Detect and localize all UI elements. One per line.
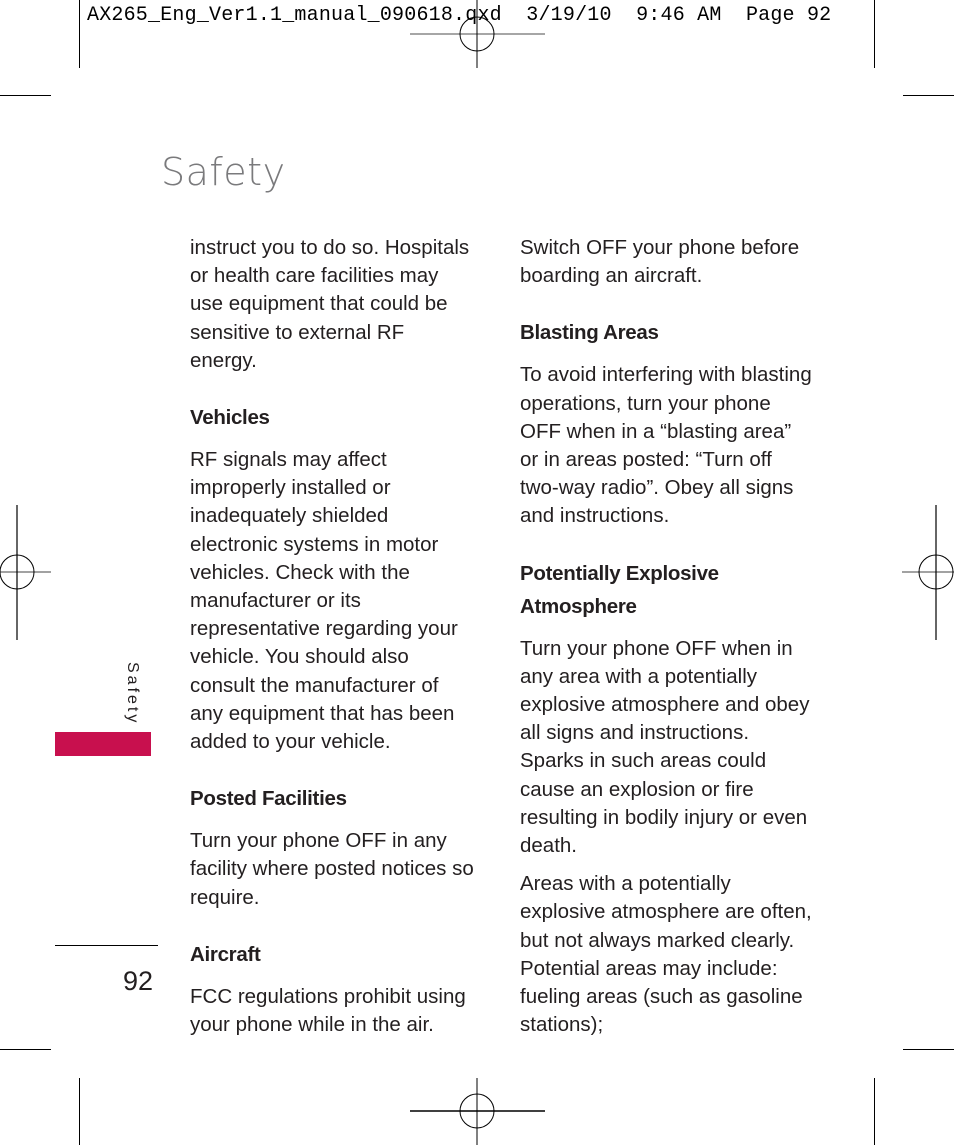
slug-page-label: Page	[745, 4, 795, 27]
registration-mark-left	[0, 505, 51, 640]
section-heading-potentially-explosive-atmosphere: Potentially Explosive Atmosphere	[520, 561, 719, 618]
page-number-rule	[55, 945, 158, 946]
crop-mark	[79, 1078, 80, 1145]
crop-mark	[79, 0, 80, 68]
page-number: 92	[123, 966, 154, 996]
registration-mark-right	[902, 505, 954, 640]
paragraph: RF signals may affect improperly install…	[190, 448, 458, 754]
registration-mark-bottom	[410, 1078, 545, 1145]
left-column: instruct you to do so. Hospitals or heal…	[190, 234, 475, 1049]
crop-mark	[0, 95, 51, 96]
slug-time: 9:46 AM	[636, 4, 722, 27]
slug-page-number: 92	[806, 4, 832, 27]
section-heading-posted-facilities: Posted Facilities	[190, 787, 347, 811]
paragraph: Turn your phone OFF when in any area wit…	[520, 636, 810, 858]
crop-mark	[0, 1049, 51, 1050]
right-column: Switch OFF your phone before boarding an…	[520, 234, 812, 1049]
crop-mark	[903, 95, 954, 96]
section-heading-blasting-areas: Blasting Areas	[520, 321, 659, 345]
paragraph: instruct you to do so. Hospitals or heal…	[190, 236, 470, 372]
side-section-label: Safety	[124, 662, 141, 726]
section-heading-vehicles: Vehicles	[190, 406, 270, 430]
crop-mark	[874, 0, 875, 68]
paragraph: Areas with a potentially explosive atmos…	[520, 872, 812, 1037]
paragraph: Turn your phone OFF in any facility wher…	[190, 829, 474, 909]
paragraph: To avoid interfering with blasting opera…	[520, 363, 812, 528]
page-title: Safety	[161, 150, 286, 194]
crop-mark	[903, 1049, 954, 1050]
section-heading-aircraft: Aircraft	[190, 942, 261, 966]
section-tab	[55, 732, 151, 756]
paragraph: Switch OFF your phone before boarding an…	[520, 236, 800, 288]
crop-mark	[874, 1078, 875, 1145]
paragraph: FCC regulations prohibit using your phon…	[190, 984, 466, 1037]
registration-mark-top	[410, 0, 545, 68]
